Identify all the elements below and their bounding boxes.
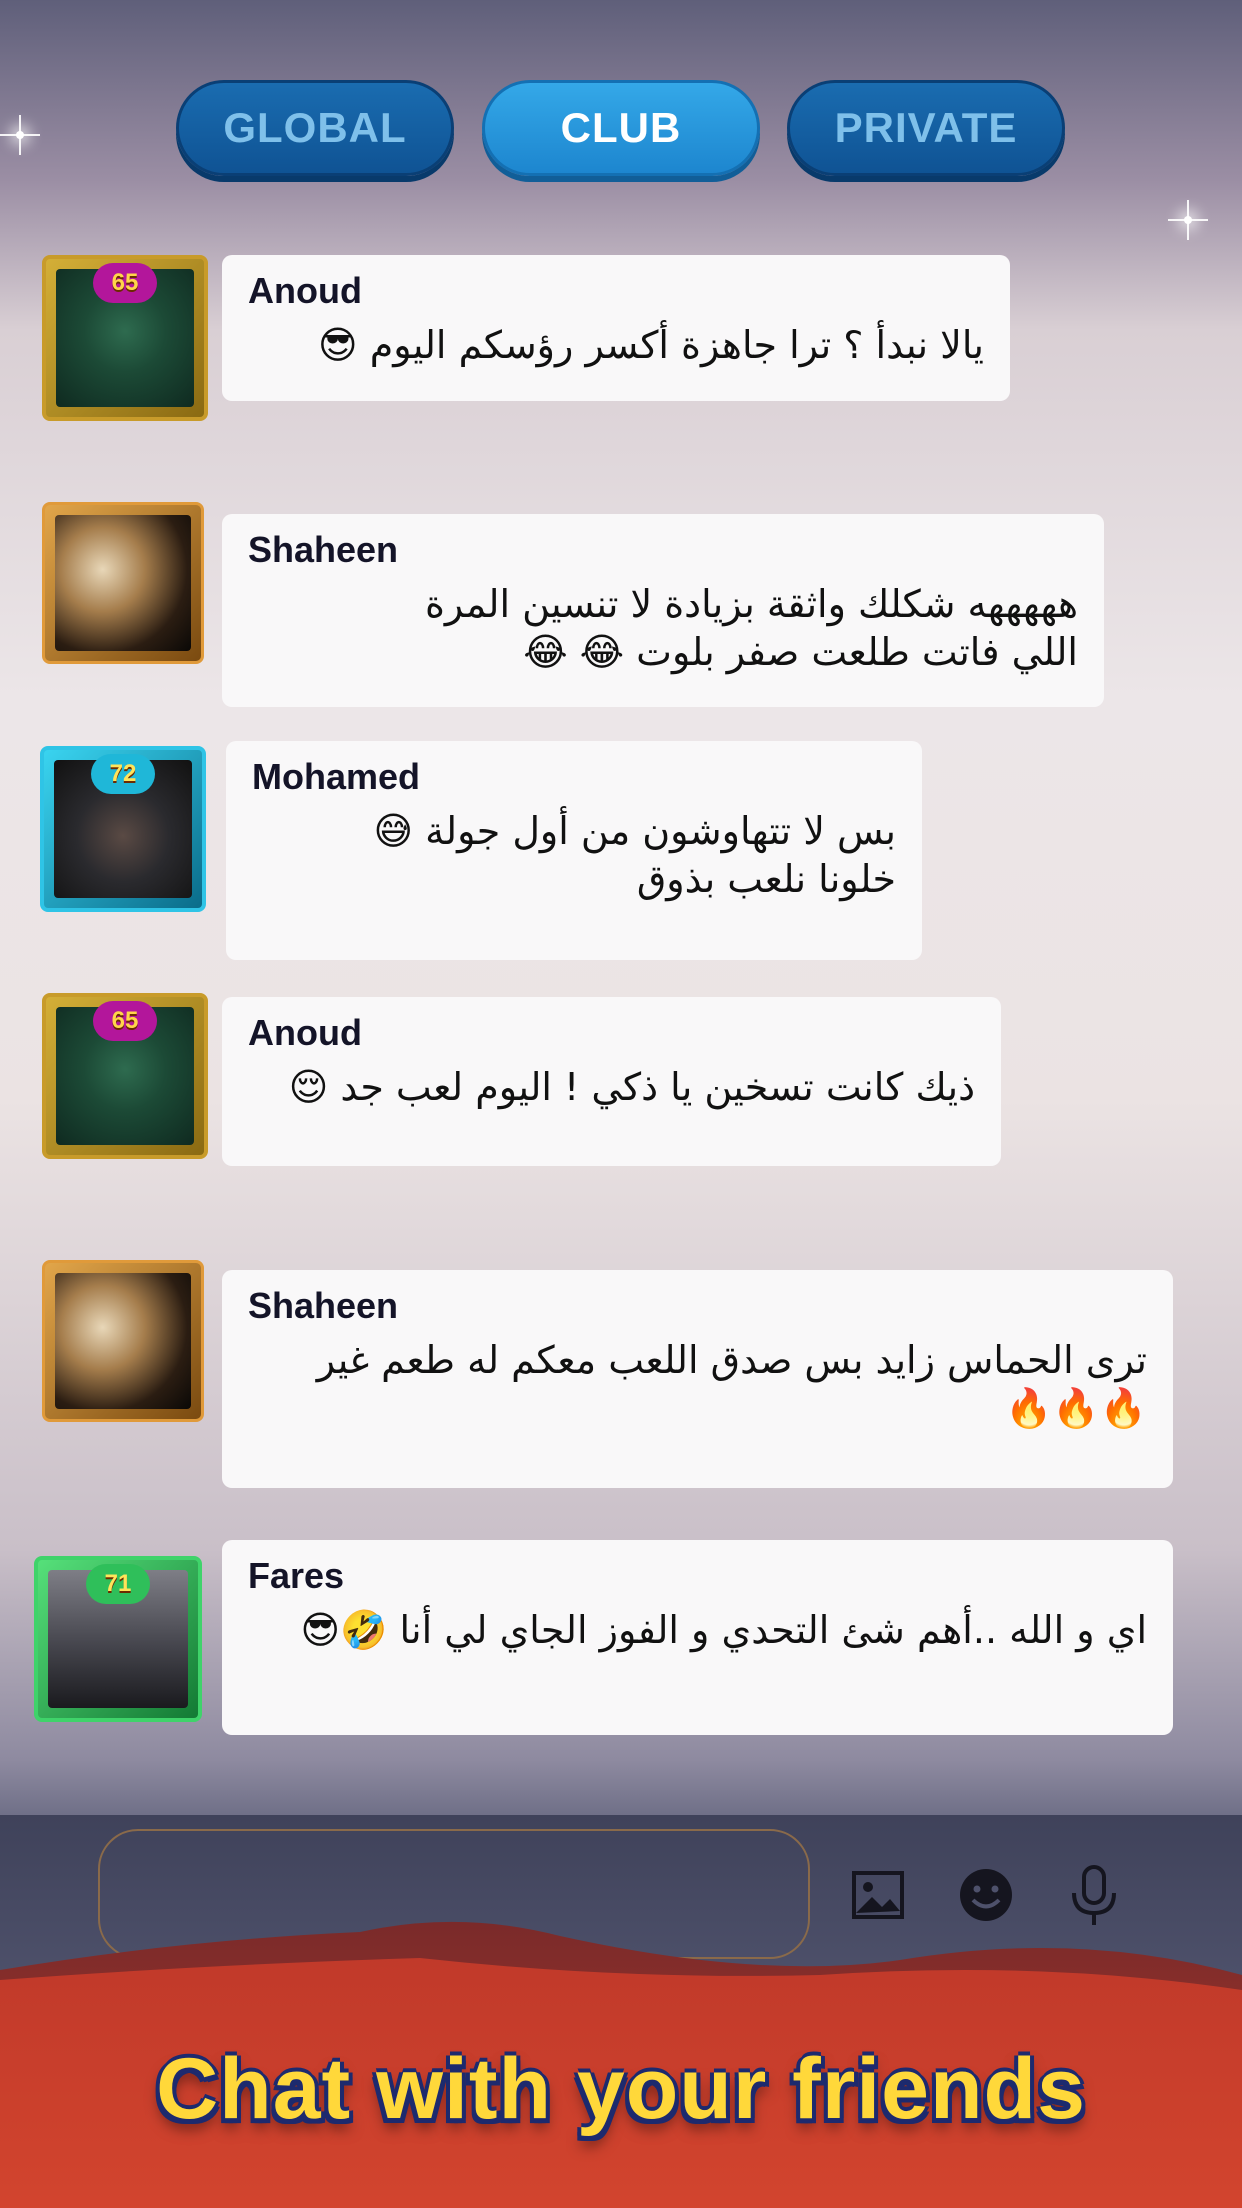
- avatar[interactable]: 65: [42, 255, 208, 421]
- message-bubble: Shaheen هههههه شكلك واثقة بزيادة لا تنسي…: [222, 514, 1104, 707]
- message-bubble: Fares اي و الله ..أهم شئ التحدي و الفوز …: [222, 1540, 1173, 1735]
- avatar[interactable]: 71: [34, 1556, 202, 1722]
- level-badge: 71: [86, 1564, 150, 1604]
- avatar[interactable]: [42, 1260, 204, 1422]
- level-badge: 65: [93, 1001, 157, 1041]
- chat-tab-bar: GLOBAL CLUB PRIVATE: [0, 80, 1242, 180]
- message-bubble: Shaheen ترى الحماس زايد بس صدق اللعب معك…: [222, 1270, 1173, 1488]
- tab-global[interactable]: GLOBAL: [176, 80, 454, 176]
- message-bubble: Anoud يالا نبدأ ؟ ترا جاهزة أكسر رؤسكم ا…: [222, 255, 1010, 401]
- message-bubble: Mohamed بس لا تتهاوشون من أول جولة 😅 خلو…: [226, 741, 922, 960]
- level-badge: 65: [93, 263, 157, 303]
- sender-name: Mohamed: [252, 756, 421, 797]
- message-text: يالا نبدأ ؟ ترا جاهزة أكسر رؤسكم اليوم 😎: [318, 323, 984, 367]
- image-icon[interactable]: [848, 1865, 908, 1925]
- sender-name: Anoud: [248, 270, 362, 311]
- avatar[interactable]: [42, 502, 204, 664]
- microphone-icon[interactable]: [1064, 1865, 1124, 1925]
- sender-name: Shaheen: [248, 1285, 399, 1326]
- sparkle-decoration: [1168, 200, 1208, 240]
- tab-private[interactable]: PRIVATE: [787, 80, 1065, 176]
- message-text: اي و الله ..أهم شئ التحدي و الفوز الجاي …: [300, 1608, 1147, 1652]
- sender-name: Fares: [248, 1555, 345, 1596]
- message-text: ذيك كانت تسخين يا ذكي ! اليوم لعب جد 😌: [288, 1065, 975, 1109]
- message-text: هههههه شكلك واثقة بزيادة لا تنسين المرة …: [425, 582, 1078, 674]
- level-badge: 72: [91, 754, 155, 794]
- avatar[interactable]: 72: [40, 746, 206, 912]
- avatar[interactable]: 65: [42, 993, 208, 1159]
- avatar-image: [55, 515, 191, 651]
- sender-name: Anoud: [248, 1012, 362, 1053]
- sender-name: Shaheen: [248, 529, 399, 570]
- emoji-icon[interactable]: [956, 1865, 1016, 1925]
- promo-headline: Chat with your friends: [156, 2041, 1086, 2137]
- message-bubble: Anoud ذيك كانت تسخين يا ذكي ! اليوم لعب …: [222, 997, 1001, 1166]
- avatar-image: [55, 1273, 191, 1409]
- tab-club[interactable]: CLUB: [482, 80, 760, 176]
- message-text: بس لا تتهاوشون من أول جولة 😅 خلونا نلعب …: [373, 809, 896, 901]
- message-text: ترى الحماس زايد بس صدق اللعب معكم له طعم…: [316, 1338, 1147, 1430]
